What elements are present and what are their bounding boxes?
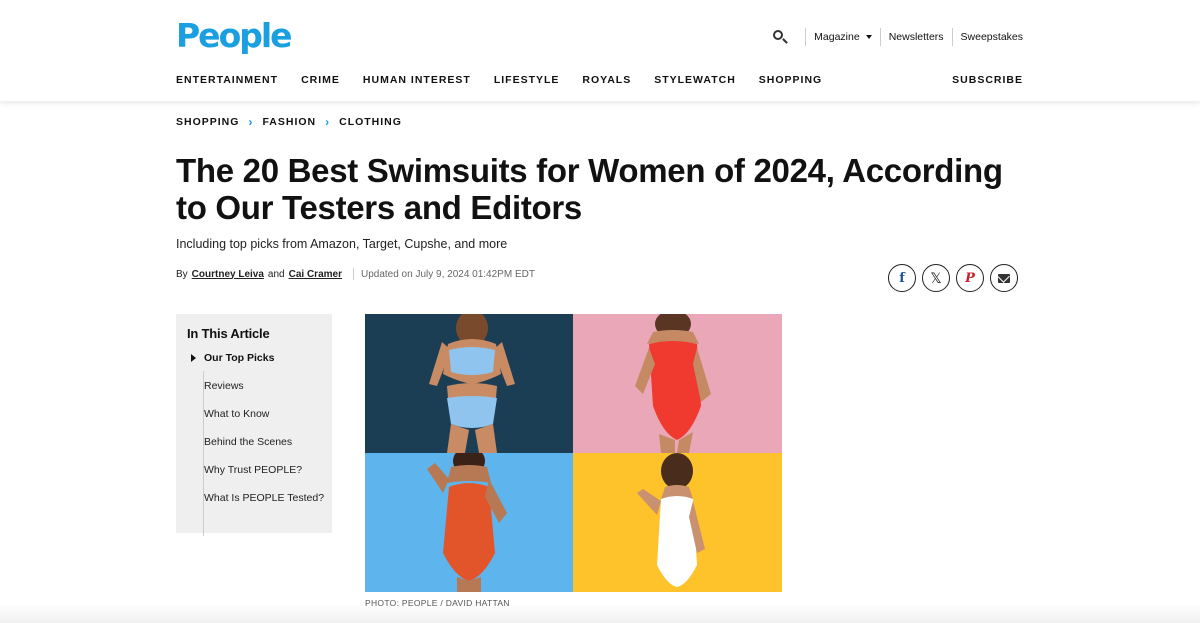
newsletters-link[interactable]: Newsletters: [889, 31, 944, 43]
email-icon: [998, 273, 1010, 283]
byline-and: and: [267, 268, 285, 280]
article-headline: The 20 Best Swimsuits for Women of 2024,…: [176, 152, 1003, 226]
toc-item-behind-the-scenes[interactable]: Behind the Scenes: [187, 435, 332, 449]
magazine-label: Magazine: [814, 31, 860, 43]
facebook-share-button[interactable]: f: [888, 264, 916, 292]
divider: [879, 28, 881, 46]
toc-item-why-trust-people[interactable]: Why Trust PEOPLE?: [187, 463, 332, 477]
search-icon[interactable]: [771, 28, 789, 46]
pinterest-share-button[interactable]: P: [956, 264, 984, 292]
hero-tile-blue: [365, 453, 573, 592]
breadcrumb: SHOPPING › FASHION › CLOTHING: [176, 115, 402, 129]
table-of-contents: In This Article Our Top Picks Reviews Wh…: [176, 314, 332, 536]
toc-item-what-to-know[interactable]: What to Know: [187, 407, 332, 421]
sweepstakes-link[interactable]: Sweepstakes: [961, 31, 1023, 43]
nav-lifestyle[interactable]: LIFESTYLE: [494, 74, 560, 86]
byline-by: By: [176, 268, 188, 280]
author-link-1[interactable]: Courtney Leiva: [192, 269, 264, 280]
x-share-button[interactable]: 𝕏: [922, 264, 950, 292]
page-fade: [0, 603, 1200, 623]
magazine-dropdown[interactable]: Magazine: [814, 31, 872, 43]
pinterest-icon: P: [965, 270, 975, 286]
hero-image: [365, 314, 782, 592]
nav-stylewatch[interactable]: STYLEWATCH: [654, 74, 736, 86]
people-logo[interactable]: People: [176, 16, 293, 56]
nav-human-interest[interactable]: HUMAN INTEREST: [363, 74, 471, 86]
hero-tile-navy: [365, 314, 573, 453]
nav-royals[interactable]: ROYALS: [582, 74, 631, 86]
updated-timestamp: Updated on July 9, 2024 01:42PM EDT: [360, 268, 535, 280]
breadcrumb-fashion[interactable]: FASHION: [262, 116, 316, 128]
white-one-piece-photo: [573, 453, 782, 592]
toc-item-our-top-picks[interactable]: Our Top Picks: [187, 351, 332, 365]
site-header: People Magazine Newsletters Sweepstakes …: [0, 0, 1200, 101]
x-icon: 𝕏: [930, 269, 942, 286]
hero-tile-yellow: [573, 453, 782, 592]
blue-bikini-photo: [365, 314, 573, 453]
nav-crime[interactable]: CRIME: [301, 74, 340, 86]
byline: By Courtney Leiva and Cai Cramer Updated…: [176, 268, 535, 280]
divider: [951, 28, 953, 46]
caret-down-icon: [865, 35, 872, 40]
breadcrumb-shopping[interactable]: SHOPPING: [176, 116, 239, 128]
toc-title: In This Article: [187, 326, 270, 341]
play-arrow-icon: [191, 354, 196, 362]
article-dek: Including top picks from Amazon, Target,…: [176, 237, 508, 251]
nav-entertainment[interactable]: ENTERTAINMENT: [176, 74, 278, 86]
main-nav: ENTERTAINMENT CRIME HUMAN INTEREST LIFES…: [176, 74, 845, 86]
toc-list: Our Top Picks Reviews What to Know Behin…: [187, 351, 332, 536]
chevron-right-icon: ›: [248, 115, 254, 129]
toc-item-what-is-people-tested[interactable]: What Is PEOPLE Tested?: [187, 491, 332, 505]
toc-rail: [203, 371, 204, 536]
hero-tile-pink: [573, 314, 782, 453]
breadcrumb-clothing[interactable]: CLOTHING: [339, 116, 402, 128]
red-one-piece-photo: [573, 314, 782, 453]
share-buttons: f 𝕏 P: [888, 264, 1018, 292]
toc-item-reviews[interactable]: Reviews: [187, 379, 332, 393]
orange-one-piece-photo: [365, 453, 573, 592]
chevron-right-icon: ›: [325, 115, 331, 129]
utility-nav: Magazine Newsletters Sweepstakes: [771, 26, 1023, 48]
email-share-button[interactable]: [990, 264, 1018, 292]
author-link-2[interactable]: Cai Cramer: [289, 269, 342, 280]
toc-item-label: Our Top Picks: [204, 352, 275, 364]
nav-shopping[interactable]: SHOPPING: [759, 74, 822, 86]
divider: [805, 28, 807, 46]
subscribe-link[interactable]: SUBSCRIBE: [952, 74, 1023, 86]
divider: [352, 268, 354, 280]
facebook-icon: f: [899, 270, 905, 286]
